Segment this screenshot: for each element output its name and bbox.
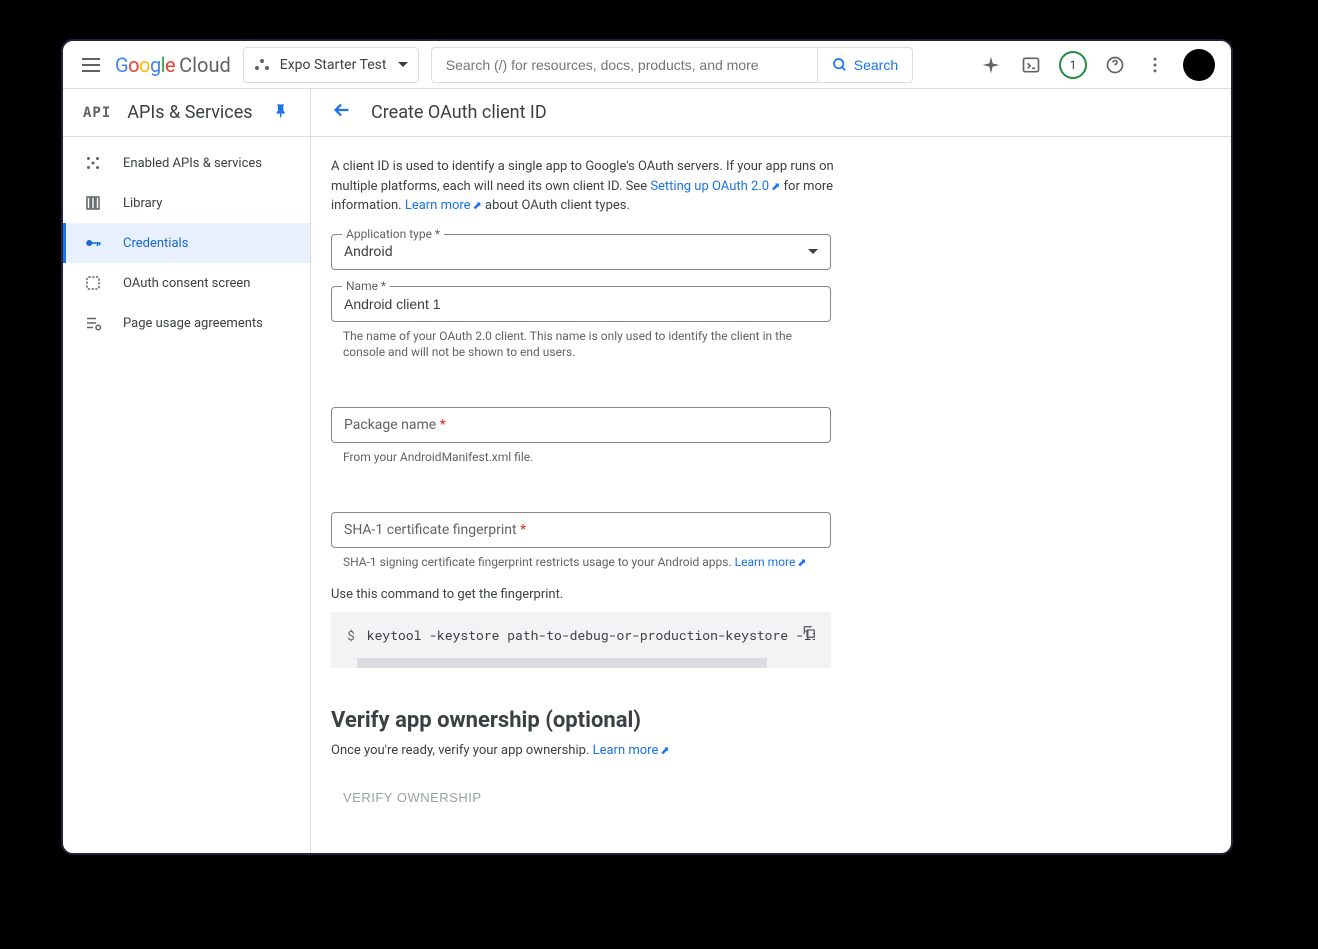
dropdown-arrow-icon (808, 249, 818, 254)
gemini-icon[interactable] (979, 53, 1003, 77)
nav-enabled-apis[interactable]: Enabled APIs & services (63, 143, 310, 183)
verify-learn-more-link[interactable]: Learn more⬈ (593, 743, 670, 758)
pin-icon[interactable] (274, 103, 290, 123)
name-helper-text: The name of your OAuth 2.0 client. This … (331, 328, 831, 362)
sidebar: API APIs & Services Enabled APIs & servi… (63, 89, 311, 853)
verify-section-title: Verify app ownership (optional) (331, 708, 851, 733)
application-type-select[interactable]: Application type * Android (331, 234, 831, 270)
nav-item-label: Credentials (123, 236, 188, 251)
external-link-icon: ⬈ (797, 556, 806, 569)
consent-screen-icon (83, 274, 103, 292)
project-icon (254, 57, 270, 73)
field-label: Name * (342, 279, 390, 293)
topbar-actions: 1 (979, 49, 1215, 81)
setup-oauth-link[interactable]: Setting up OAuth 2.0⬈ (650, 179, 780, 194)
nav-item-label: OAuth consent screen (123, 276, 250, 291)
application-type-value: Android (344, 244, 393, 260)
nav-item-label: Enabled APIs & services (123, 156, 262, 171)
sidebar-header: API APIs & Services (63, 89, 310, 137)
main-content: A client ID is used to identify a single… (311, 137, 871, 853)
search-container: Search (431, 47, 913, 83)
library-icon (83, 194, 103, 212)
enabled-apis-icon (83, 154, 103, 172)
package-helper-text: From your AndroidManifest.xml file. (331, 449, 831, 466)
nav-item-label: Page usage agreements (123, 316, 263, 331)
project-name: Expo Starter Test (280, 57, 387, 73)
cloud-shell-icon[interactable] (1019, 53, 1043, 77)
search-icon (832, 57, 848, 73)
scrollbar-thumb[interactable] (357, 658, 767, 668)
external-link-icon: ⬈ (473, 199, 482, 212)
main-header: Create OAuth client ID (311, 89, 1231, 137)
hamburger-menu-icon[interactable] (79, 53, 103, 77)
nav-oauth-consent[interactable]: OAuth consent screen (63, 263, 310, 303)
more-menu-icon[interactable] (1143, 53, 1167, 77)
name-input[interactable] (344, 296, 818, 312)
verify-ownership-button[interactable]: VERIFY OWNERSHIP (331, 782, 494, 813)
google-cloud-logo[interactable]: Google Cloud (115, 53, 231, 77)
notifications-badge[interactable]: 1 (1059, 51, 1087, 79)
fingerprint-instruction: Use this command to get the fingerprint. (331, 587, 851, 602)
back-arrow-icon[interactable] (331, 99, 353, 127)
sha1-field-group: SHA-1 certificate fingerprint * SHA-1 si… (331, 512, 851, 571)
intro-paragraph: A client ID is used to identify a single… (331, 157, 851, 216)
name-field-group: Name * The name of your OAuth 2.0 client… (331, 286, 851, 362)
page-title: Create OAuth client ID (371, 102, 547, 123)
search-button[interactable]: Search (817, 47, 913, 83)
help-icon[interactable] (1103, 53, 1127, 77)
sidebar-title: APIs & Services (127, 102, 258, 123)
external-link-icon: ⬈ (660, 744, 669, 757)
code-scrollbar[interactable] (331, 658, 831, 668)
package-name-field-group: Package name * From your AndroidManifest… (331, 407, 851, 466)
field-label: Application type * (342, 227, 444, 241)
api-logo-icon: API (83, 105, 111, 121)
nav-page-usage[interactable]: Page usage agreements (63, 303, 310, 343)
sha1-field[interactable]: SHA-1 certificate fingerprint * (331, 512, 831, 548)
verify-description: Once you're ready, verify your app owner… (331, 743, 851, 758)
credentials-key-icon (83, 234, 103, 252)
package-name-input[interactable] (344, 417, 818, 433)
dropdown-arrow-icon (398, 62, 408, 67)
nav-credentials[interactable]: Credentials (63, 223, 310, 263)
learn-more-link[interactable]: Learn more⬈ (405, 198, 482, 213)
app-window: Google Cloud Expo Starter Test Search 1 (61, 39, 1233, 855)
copy-icon[interactable] (801, 624, 817, 644)
topbar: Google Cloud Expo Starter Test Search 1 (63, 41, 1231, 89)
body-area: API APIs & Services Enabled APIs & servi… (63, 89, 1231, 853)
search-input[interactable] (431, 47, 817, 83)
name-field[interactable]: Name * (331, 286, 831, 322)
nav-item-label: Library (123, 196, 162, 211)
user-avatar[interactable] (1183, 49, 1215, 81)
sidebar-nav: Enabled APIs & services Library Credenti… (63, 137, 310, 343)
application-type-field: Application type * Android (331, 234, 851, 270)
sha1-helper-text: SHA-1 signing certificate fingerprint re… (331, 554, 831, 571)
sha1-input[interactable] (344, 522, 818, 538)
external-link-icon: ⬈ (771, 180, 780, 193)
code-block: $ keytool -keystore path-to-debug-or-pro… (331, 612, 831, 658)
page-usage-icon (83, 314, 103, 332)
main-panel: Create OAuth client ID A client ID is us… (311, 89, 1231, 853)
nav-library[interactable]: Library (63, 183, 310, 223)
code-prompt: $ (347, 626, 355, 644)
project-picker[interactable]: Expo Starter Test (243, 47, 419, 83)
code-command: keytool -keystore path-to-debug-or-produ… (367, 626, 815, 644)
package-name-field[interactable]: Package name * (331, 407, 831, 443)
sha1-learn-more-link[interactable]: Learn more⬈ (735, 555, 807, 569)
